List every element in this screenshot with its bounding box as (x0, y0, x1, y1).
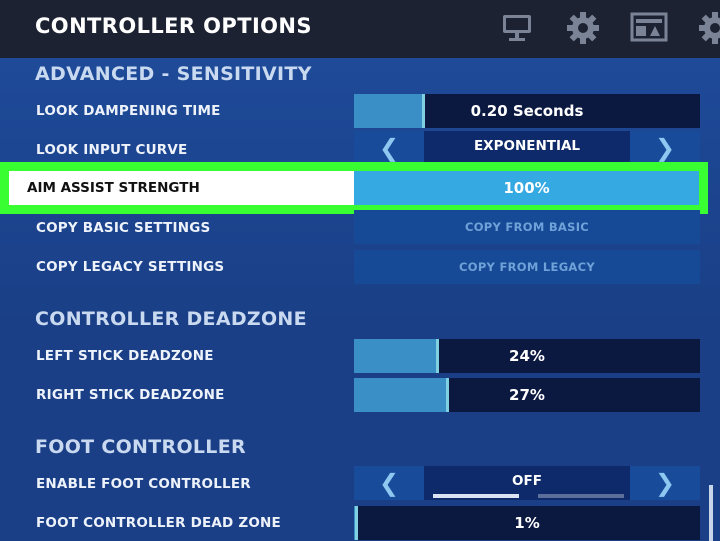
gear-icon[interactable] (697, 10, 720, 50)
left-stick-deadzone-label: LEFT STICK DEADZONE (36, 348, 214, 364)
left-stick-deadzone-value: 24% (509, 347, 545, 365)
chevron-right-icon[interactable]: ❯ (630, 466, 700, 500)
right-stick-deadzone-label: RIGHT STICK DEADZONE (36, 387, 225, 403)
foot-controller-dead-zone-label: FOOT CONTROLLER DEAD ZONE (36, 515, 281, 531)
enable-foot-controller-label: ENABLE FOOT CONTROLLER (36, 476, 251, 492)
right-stick-deadzone-value: 27% (509, 386, 545, 404)
chevron-right-icon[interactable]: ❯ (630, 131, 700, 165)
aim-assist-strength-value: 100% (503, 179, 550, 197)
highlight-frame: AIM ASSIST STRENGTH 100% (0, 162, 708, 214)
copy-basic-settings-label: COPY BASIC SETTINGS (36, 220, 211, 236)
look-input-curve-selector[interactable]: ❮ EXPONENTIAL ❯ (354, 131, 700, 165)
enable-foot-controller-selector[interactable]: ❮ OFF ❯ (354, 466, 700, 500)
enable-foot-controller-value: OFF (512, 473, 542, 489)
look-input-curve-label: LOOK INPUT CURVE (36, 142, 188, 158)
news-icon[interactable] (630, 10, 668, 48)
section-foot-controller: FOOT CONTROLLER (35, 436, 246, 458)
top-bar: CONTROLLER OPTIONS (0, 0, 720, 58)
gear-icon[interactable] (565, 10, 601, 50)
look-dampening-time-label: LOOK DAMPENING TIME (36, 103, 221, 119)
toggle-indicator-active (433, 494, 519, 498)
right-stick-deadzone-slider[interactable]: 27% (354, 378, 700, 412)
foot-controller-dead-zone-value: 1% (514, 514, 540, 532)
copy-from-basic-button[interactable]: COPY FROM BASIC (354, 210, 700, 244)
toggle-indicator-inactive (538, 494, 624, 498)
monitor-icon[interactable] (500, 10, 534, 48)
look-dampening-time-slider[interactable]: 0.20 Seconds (354, 94, 700, 128)
aim-assist-strength-label: AIM ASSIST STRENGTH (27, 180, 200, 196)
chevron-left-icon[interactable]: ❮ (354, 131, 424, 165)
page-title: CONTROLLER OPTIONS (35, 14, 312, 38)
scrollbar[interactable] (709, 485, 713, 541)
left-stick-deadzone-slider[interactable]: 24% (354, 339, 700, 373)
section-controller-deadzone: CONTROLLER DEADZONE (35, 308, 307, 330)
enable-foot-controller-display: OFF (424, 466, 630, 500)
copy-from-legacy-button[interactable]: COPY FROM LEGACY (354, 250, 700, 284)
look-dampening-time-value: 0.20 Seconds (470, 102, 584, 120)
copy-legacy-settings-label: COPY LEGACY SETTINGS (36, 259, 225, 275)
section-advanced-sensitivity: ADVANCED - SENSITIVITY (35, 63, 312, 85)
foot-controller-dead-zone-slider[interactable]: 1% (354, 506, 700, 540)
look-input-curve-display: EXPONENTIAL (424, 131, 630, 165)
chevron-left-icon[interactable]: ❮ (354, 466, 424, 500)
look-input-curve-value: EXPONENTIAL (473, 138, 581, 154)
